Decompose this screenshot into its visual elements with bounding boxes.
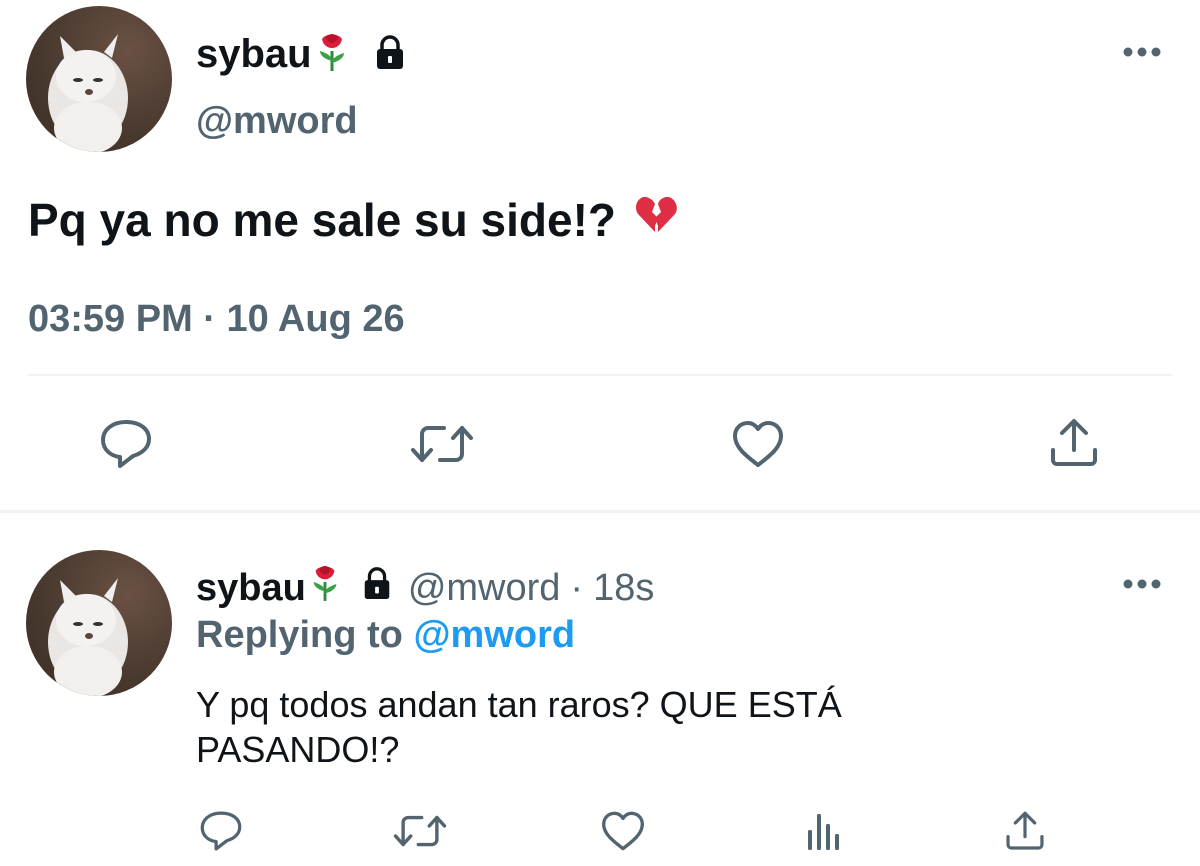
- reply-author-row: sybau @mword · 18s: [196, 564, 654, 612]
- rose-icon: [314, 31, 350, 78]
- reply-button[interactable]: [96, 416, 156, 472]
- more-icon[interactable]: [1122, 44, 1162, 65]
- like-button[interactable]: [728, 416, 788, 472]
- retweet-button[interactable]: [390, 806, 450, 856]
- author-name-row: sybau: [196, 30, 408, 78]
- tweet-timestamp[interactable]: 03:59 PM · 10 Aug 26: [28, 298, 405, 341]
- broken-heart-icon: [634, 192, 678, 247]
- display-name[interactable]: sybau: [196, 32, 312, 77]
- like-button[interactable]: [598, 806, 648, 856]
- reply-text-line: Y pq todos andan tan raros? QUE ESTÁ: [196, 684, 842, 725]
- dog-avatar-image: [48, 34, 128, 152]
- tweet-text-content: Pq ya no me sale su side!?: [28, 193, 616, 246]
- reply-handle[interactable]: @mword: [408, 567, 561, 610]
- more-icon[interactable]: [1122, 576, 1162, 597]
- divider: [28, 374, 1172, 376]
- display-name[interactable]: sybau: [196, 567, 306, 610]
- share-icon: [1006, 811, 1044, 850]
- analytics-icon: [808, 814, 839, 850]
- like-icon: [602, 811, 644, 851]
- section-divider: [0, 510, 1200, 513]
- reply-text-line: PASANDO!?: [196, 729, 400, 770]
- retweet-icon: [411, 426, 473, 462]
- avatar[interactable]: [26, 6, 172, 152]
- rose-icon: [308, 563, 342, 613]
- reply-text: Y pq todos andan tan raros? QUE ESTÁ PAS…: [196, 682, 1136, 772]
- author-handle[interactable]: @mword: [196, 100, 358, 143]
- retweet-icon: [393, 815, 447, 847]
- reply-icon: [200, 811, 242, 851]
- tweet-text: Pq ya no me sale su side!?: [28, 192, 678, 247]
- reply-icon: [101, 420, 151, 468]
- like-icon: [733, 421, 783, 467]
- avatar[interactable]: [26, 550, 172, 696]
- dog-avatar-image: [48, 578, 128, 696]
- share-icon: [1051, 419, 1097, 466]
- replying-to: Replying to @mword: [196, 614, 575, 657]
- separator: ·: [570, 566, 584, 609]
- share-button[interactable]: [1000, 806, 1050, 856]
- reply-button[interactable]: [196, 806, 246, 856]
- lock-icon: [360, 566, 394, 610]
- analytics-button[interactable]: [798, 806, 848, 856]
- share-button[interactable]: [1046, 414, 1102, 472]
- retweet-button[interactable]: [408, 416, 476, 472]
- replying-to-mention[interactable]: @mword: [413, 614, 575, 656]
- replying-to-label: Replying to: [196, 614, 414, 656]
- lock-icon: [372, 34, 408, 75]
- reply-time[interactable]: 18s: [593, 567, 654, 610]
